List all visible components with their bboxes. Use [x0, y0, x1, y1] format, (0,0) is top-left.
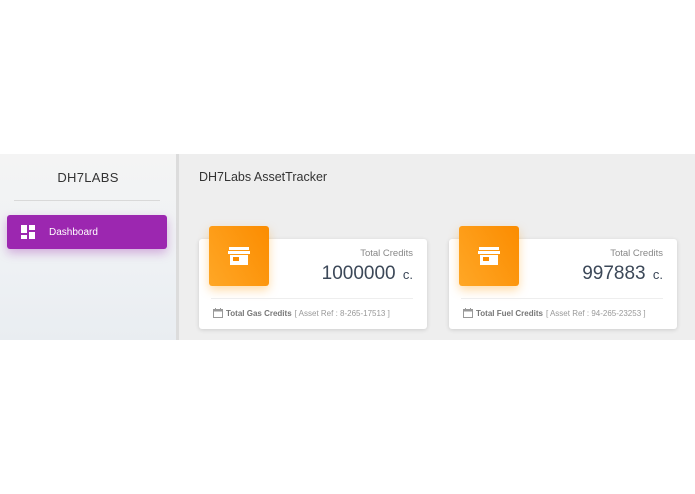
card-value-unit: c. [402, 267, 413, 282]
card-value: 1000000 c. [322, 263, 413, 285]
card-value: 997883 c. [582, 263, 663, 285]
store-icon [459, 226, 519, 286]
sidebar-item-dashboard[interactable]: Dashboard [7, 215, 167, 249]
calendar-icon [463, 308, 473, 318]
card-divider [461, 298, 663, 299]
brand-logo-text[interactable]: DH7LABS [0, 170, 176, 185]
dashboard-icon [21, 225, 35, 239]
sidebar: DH7LABS Dashboard [0, 154, 179, 340]
calendar-icon [213, 308, 223, 318]
card-category: Total Credits [610, 248, 663, 259]
app-window: DH7LABS Dashboard DH7Labs AssetTracker T… [0, 154, 695, 340]
card-category: Total Credits [360, 248, 413, 259]
card-footer-ref: [ Asset Ref : 94-265-23253 ] [545, 308, 646, 318]
card-value-unit: c. [652, 267, 663, 282]
page-title: DH7Labs AssetTracker [199, 170, 328, 184]
card-footer-ref: [ Asset Ref : 8-265-17513 ] [294, 308, 390, 318]
store-icon [209, 226, 269, 286]
brand-divider [14, 200, 160, 201]
sidebar-item-label: Dashboard [49, 226, 98, 238]
stat-card-fuel: Total Credits 997883 c. Total Fuel Credi… [449, 226, 677, 329]
stat-card-gas: Total Credits 1000000 c. Total Gas Credi… [199, 226, 427, 329]
card-value-number: 1000000 [321, 263, 396, 284]
card-footer: Total Fuel Credits [ Asset Ref : 94-265-… [463, 308, 646, 318]
card-divider [211, 298, 413, 299]
card-footer-label: Total Fuel Credits [476, 308, 543, 318]
card-footer: Total Gas Credits [ Asset Ref : 8-265-17… [213, 308, 390, 318]
card-footer-label: Total Gas Credits [226, 308, 292, 318]
card-value-number: 997883 [582, 263, 646, 284]
